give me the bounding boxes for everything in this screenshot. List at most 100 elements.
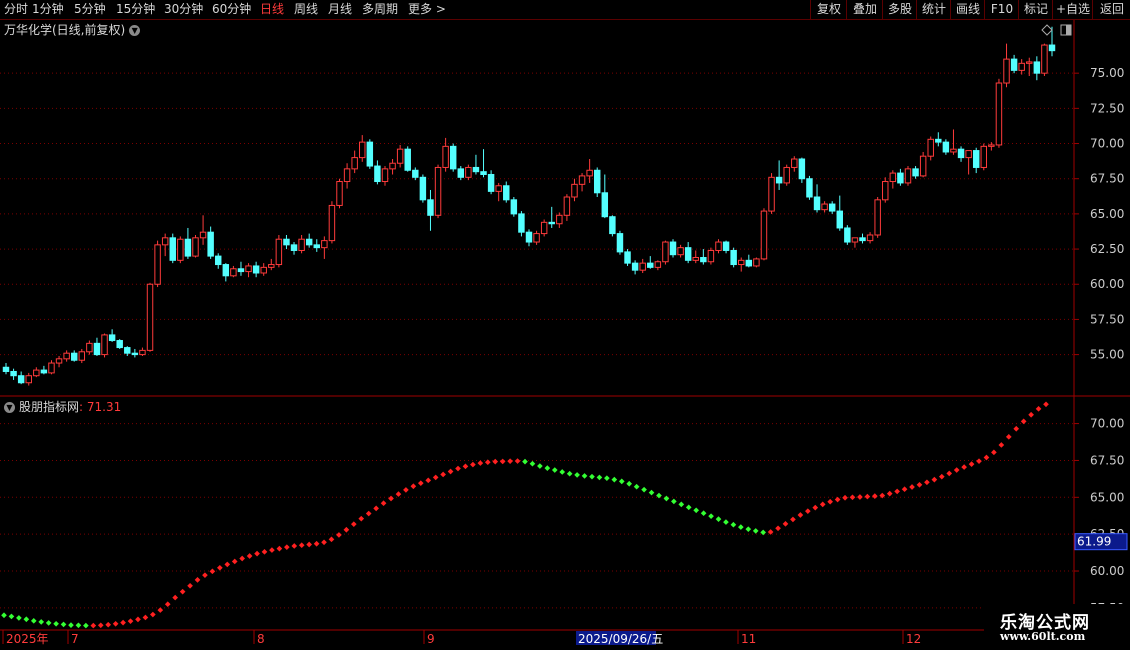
indicator-point <box>194 577 201 583</box>
candle <box>374 160 381 185</box>
indicator-point <box>440 471 446 478</box>
candle <box>412 167 419 181</box>
candle-body <box>63 352 70 360</box>
candle <box>351 150 358 174</box>
indicator-point <box>187 582 193 589</box>
candle-body <box>851 237 859 243</box>
indicator-point <box>507 458 513 465</box>
candle-body <box>184 238 192 257</box>
candle-body <box>684 247 692 261</box>
candle <box>836 195 843 231</box>
candle <box>237 261 245 276</box>
candle <box>366 139 374 169</box>
candle <box>563 194 571 221</box>
window-toggle-icon[interactable] <box>1060 24 1072 36</box>
candle-body <box>806 178 813 198</box>
candle-body <box>866 234 874 242</box>
candle-body <box>775 176 783 184</box>
candle <box>965 150 972 175</box>
indicator-point <box>760 529 766 536</box>
candle <box>298 234 305 254</box>
indicator-point <box>752 528 759 534</box>
candle-body <box>965 150 972 159</box>
indicator-point <box>805 508 811 514</box>
candle <box>684 242 692 264</box>
candle-body <box>442 145 449 168</box>
candle <box>578 173 586 192</box>
indicator-point <box>328 536 335 543</box>
indicator-point <box>938 473 945 480</box>
indicator-point <box>239 555 245 562</box>
indicator-point <box>678 501 685 508</box>
candle-body <box>434 166 442 216</box>
diamond-icon[interactable] <box>1041 24 1053 36</box>
candle <box>86 340 93 355</box>
indicator-point <box>217 564 223 571</box>
candle-body <box>722 241 730 251</box>
candle-body <box>753 258 760 267</box>
date-label: 9 <box>427 632 435 646</box>
candle <box>904 166 912 186</box>
candle-body <box>86 342 93 353</box>
candle-body <box>70 352 78 361</box>
candle <box>1003 43 1010 88</box>
candle-body <box>230 268 237 277</box>
indicator-point <box>261 549 268 555</box>
candle-body <box>78 351 86 361</box>
indicator-point <box>410 483 417 490</box>
candle-body <box>283 238 290 246</box>
candle <box>1041 43 1048 76</box>
candle-body <box>738 259 745 266</box>
candle-body <box>586 169 593 177</box>
indicator-point <box>581 473 588 479</box>
candle-body <box>275 238 283 266</box>
candle-body <box>889 172 897 183</box>
candle-body <box>48 362 55 374</box>
indicator-point <box>120 619 126 626</box>
indicator-point <box>1005 434 1012 440</box>
candle <box>995 78 1003 148</box>
candle-body <box>616 233 624 253</box>
candle <box>290 242 298 255</box>
candle <box>851 237 859 248</box>
candle-body <box>828 203 836 212</box>
indicator-point <box>901 486 908 493</box>
indicator-tick-label: 70.00 <box>1090 417 1124 431</box>
candle-body <box>798 158 806 180</box>
candle <box>222 263 230 282</box>
candle-body <box>995 82 1003 146</box>
candle <box>487 170 495 195</box>
indicator-point <box>775 525 781 532</box>
candle <box>55 356 63 368</box>
watermark: 乐淘公式网 www.60lt.com <box>984 604 1130 650</box>
indicator-point <box>611 476 618 483</box>
candle-body <box>957 148 965 159</box>
candle-body <box>654 261 662 268</box>
candle-body <box>268 264 275 268</box>
candle-body <box>321 240 328 249</box>
candle <box>510 197 518 217</box>
indicator-point <box>38 619 45 625</box>
candle <box>760 208 768 261</box>
indicator-point <box>447 468 454 475</box>
candle <box>184 227 192 259</box>
candle-body <box>730 249 737 266</box>
candle <box>889 170 897 189</box>
indicator-point <box>97 622 104 629</box>
indicator-point <box>105 621 112 628</box>
candle-body <box>647 262 654 268</box>
indicator-point <box>321 539 327 546</box>
candle <box>161 233 169 257</box>
indicator-point <box>284 544 290 550</box>
indicator-point <box>559 469 566 475</box>
chart-canvas[interactable]: 75.00 72.50 70.00 67.50 65.00 62.50 60.00 57.50… <box>0 0 1130 650</box>
candle-body <box>374 165 381 183</box>
candle <box>472 154 480 175</box>
candle <box>192 234 199 258</box>
candle <box>321 236 328 259</box>
candle <box>427 189 434 231</box>
indicator-point <box>291 543 298 549</box>
candle <box>647 256 654 269</box>
candle <box>63 350 70 362</box>
candle-body <box>942 141 950 153</box>
